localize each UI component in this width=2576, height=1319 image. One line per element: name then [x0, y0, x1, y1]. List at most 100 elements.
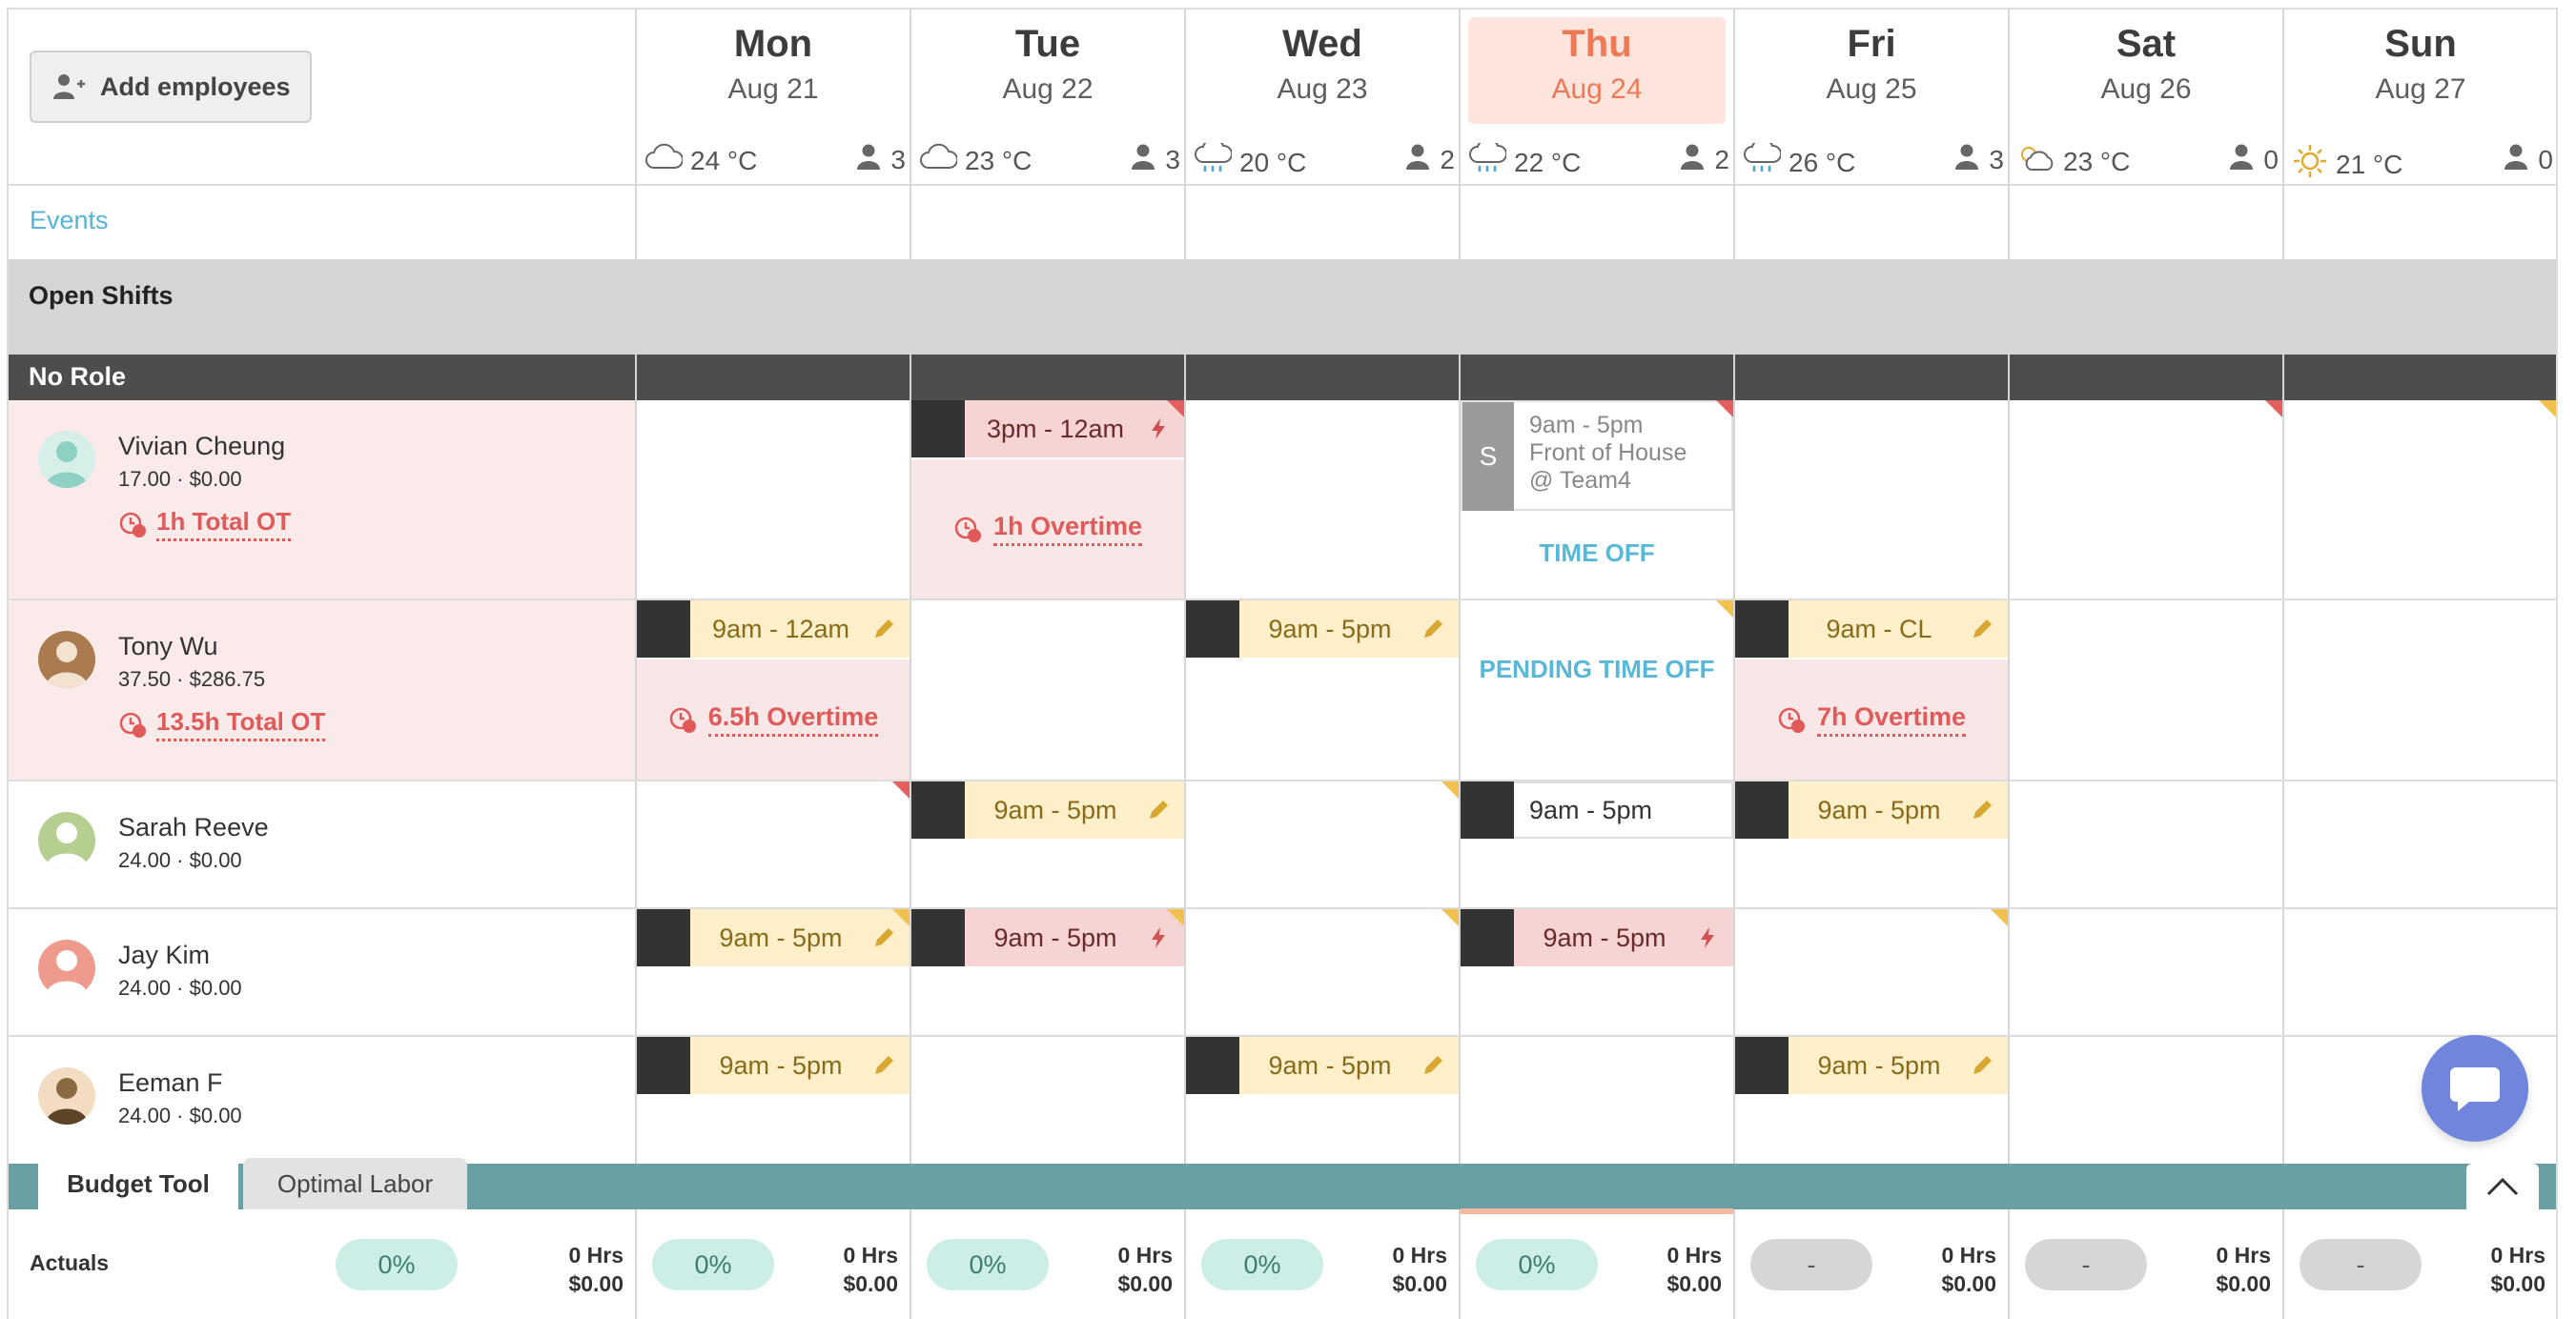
notice-flag	[1716, 600, 1733, 618]
employee-name: Sarah Reeve	[118, 813, 269, 842]
overtime-block[interactable]: 6.5h Overtime	[637, 660, 910, 780]
shift-tony-mon[interactable]: 9am - 12am	[637, 600, 910, 658]
employee-eeman[interactable]: Eeman F 24.00 · $0.00	[9, 1037, 636, 1163]
column-divider	[2282, 10, 2284, 1319]
person-icon	[1405, 143, 1430, 176]
day-name: Thu	[1562, 23, 1632, 65]
staff-count: 0	[2504, 143, 2553, 176]
person-icon	[1680, 143, 1705, 176]
day-header-mon[interactable]: Mon Aug 21 24 °C 3	[637, 10, 910, 183]
total-ot-label: 1h Total OT	[156, 507, 292, 541]
pencil-icon	[1973, 801, 1992, 819]
day-header-wed[interactable]: Wed Aug 23 20 °C 2	[1186, 10, 1459, 183]
shift-jay-mon[interactable]: 9am - 5pm	[637, 909, 910, 966]
employee-name: Vivian Cheung	[118, 432, 286, 460]
chat-bubble-icon	[2450, 1067, 2500, 1111]
overtime-block[interactable]: 7h Overtime	[1735, 660, 2008, 780]
day-budget-totals: 0 Hrs $0.00	[843, 1243, 898, 1296]
employee-rate: 24.00 · $0.00	[118, 848, 242, 872]
pencil-icon	[1150, 801, 1168, 819]
shift-eeman-fri[interactable]: 9am - 5pm	[1735, 1037, 2008, 1094]
overtime-block[interactable]: 1h Overtime	[911, 459, 1184, 599]
day-header-sun[interactable]: Sun Aug 27 21 °C 0	[2284, 10, 2557, 183]
weather: 22 °C	[1468, 137, 1581, 182]
warning-flag	[2265, 400, 2282, 417]
collapse-button[interactable]	[2466, 1164, 2539, 1209]
day-header-tue[interactable]: Tue Aug 22 23 °C 3	[911, 10, 1184, 183]
partly-sunny-icon	[2017, 143, 2055, 180]
shift-label-badge: S	[1462, 402, 1514, 511]
employee-name: Eeman F	[118, 1068, 223, 1097]
staff-count: 2	[1405, 143, 1455, 176]
staff-count: 3	[1954, 143, 2004, 176]
employee-rate: 24.00 · $0.00	[118, 976, 242, 1000]
total-ot[interactable]: 13.5h Total OT	[118, 707, 326, 741]
day-header-thu[interactable]: Thu Aug 24 22 °C 2	[1461, 10, 1733, 183]
total-ot[interactable]: 1h Total OT	[118, 507, 292, 541]
day-budget-totals: 0 Hrs $0.00	[1392, 1243, 1447, 1296]
column-divider	[1184, 10, 1186, 1319]
notice-flag	[2539, 400, 2556, 417]
role-band	[9, 355, 2556, 400]
staff-count: 0	[2229, 143, 2279, 176]
cloud-icon	[919, 143, 958, 178]
employee-vivian[interactable]: Vivian Cheung 17.00 · $0.00 1h Total OT	[9, 400, 636, 599]
notice-flag	[1441, 781, 1459, 799]
shift-sarah-thu[interactable]: 9am - 5pm	[1461, 781, 1733, 839]
shift-jay-thu[interactable]: 9am - 5pm	[1461, 909, 1733, 966]
overtime-clock-icon	[119, 512, 146, 538]
pencil-icon	[1973, 619, 1992, 638]
header-divider	[9, 184, 2556, 186]
add-user-icon	[53, 74, 85, 99]
day-header-sat[interactable]: Sat Aug 26 23 °C 0	[2010, 10, 2282, 183]
day-budget-totals: 0 Hrs $0.00	[2490, 1243, 2545, 1296]
day-date: Aug 26	[2100, 73, 2192, 105]
day-name: Wed	[1282, 23, 1362, 65]
day-name: Tue	[1014, 23, 1081, 65]
tab-budget-tool[interactable]: Budget Tool	[38, 1158, 238, 1209]
employee-jay[interactable]: Jay Kim 24.00 · $0.00	[9, 909, 636, 1035]
open-shifts-label: Open Shifts	[29, 281, 174, 310]
chat-button[interactable]	[2422, 1035, 2528, 1142]
shift-eeman-mon[interactable]: 9am - 5pm	[637, 1037, 910, 1094]
employee-sarah[interactable]: Sarah Reeve 24.00 · $0.00	[9, 781, 636, 907]
weather: 26 °C	[1743, 137, 1855, 182]
day-date: Aug 22	[1002, 73, 1094, 105]
shift-tony-fri[interactable]: 9am - CL	[1735, 600, 2008, 658]
pencil-icon	[1424, 1056, 1442, 1074]
day-date: Aug 25	[1826, 73, 1917, 105]
weather: 23 °C	[2017, 143, 2130, 180]
employee-tony[interactable]: Tony Wu 37.50 · $286.75 13.5h Total OT	[9, 600, 636, 780]
overtime-clock-icon	[119, 712, 146, 738]
time-off-label[interactable]: TIME OFF	[1461, 534, 1733, 572]
employee-rate: 24.00 · $0.00	[118, 1104, 242, 1127]
pencil-icon	[875, 619, 893, 638]
shift-jay-tue[interactable]: 9am - 5pm	[911, 909, 1184, 966]
warning-flag	[892, 781, 910, 799]
shift-eeman-wed[interactable]: 9am - 5pm	[1186, 1037, 1459, 1094]
actuals-label: Actuals	[30, 1250, 110, 1275]
add-employees-button[interactable]: Add employees	[30, 51, 312, 123]
chevron-up-icon	[2486, 1177, 2519, 1196]
day-budget-totals: 0 Hrs $0.00	[1117, 1243, 1173, 1296]
today-indicator	[1461, 1208, 1733, 1214]
day-header-fri[interactable]: Fri Aug 25 26 °C 3	[1735, 10, 2008, 183]
day-budget-percentage: -	[2300, 1239, 2422, 1290]
tab-optimal-labor[interactable]: Optimal Labor	[243, 1158, 467, 1209]
day-date: Aug 23	[1277, 73, 1368, 105]
rain-icon	[1743, 137, 1782, 182]
pending-time-off-label[interactable]: PENDING TIME OFF	[1478, 650, 1716, 688]
pencil-icon	[1424, 619, 1442, 638]
shift-vivian-tue[interactable]: 3pm - 12am	[911, 400, 1184, 457]
day-budget-percentage: 0%	[1476, 1239, 1598, 1290]
day-budget-percentage: -	[1750, 1239, 1872, 1290]
day-name: Mon	[733, 23, 813, 65]
shift-sarah-tue[interactable]: 9am - 5pm	[911, 781, 1184, 839]
shift-tony-wed[interactable]: 9am - 5pm	[1186, 600, 1459, 658]
events-row-label[interactable]: Events	[30, 206, 109, 235]
weather: 24 °C	[644, 143, 757, 178]
shift-vivian-thu[interactable]: S 9am - 5pm Front of House @ Team4	[1461, 400, 1733, 511]
lightning-icon	[1701, 927, 1714, 948]
actuals-percentage: 0%	[336, 1239, 458, 1290]
shift-sarah-fri[interactable]: 9am - 5pm	[1735, 781, 2008, 839]
